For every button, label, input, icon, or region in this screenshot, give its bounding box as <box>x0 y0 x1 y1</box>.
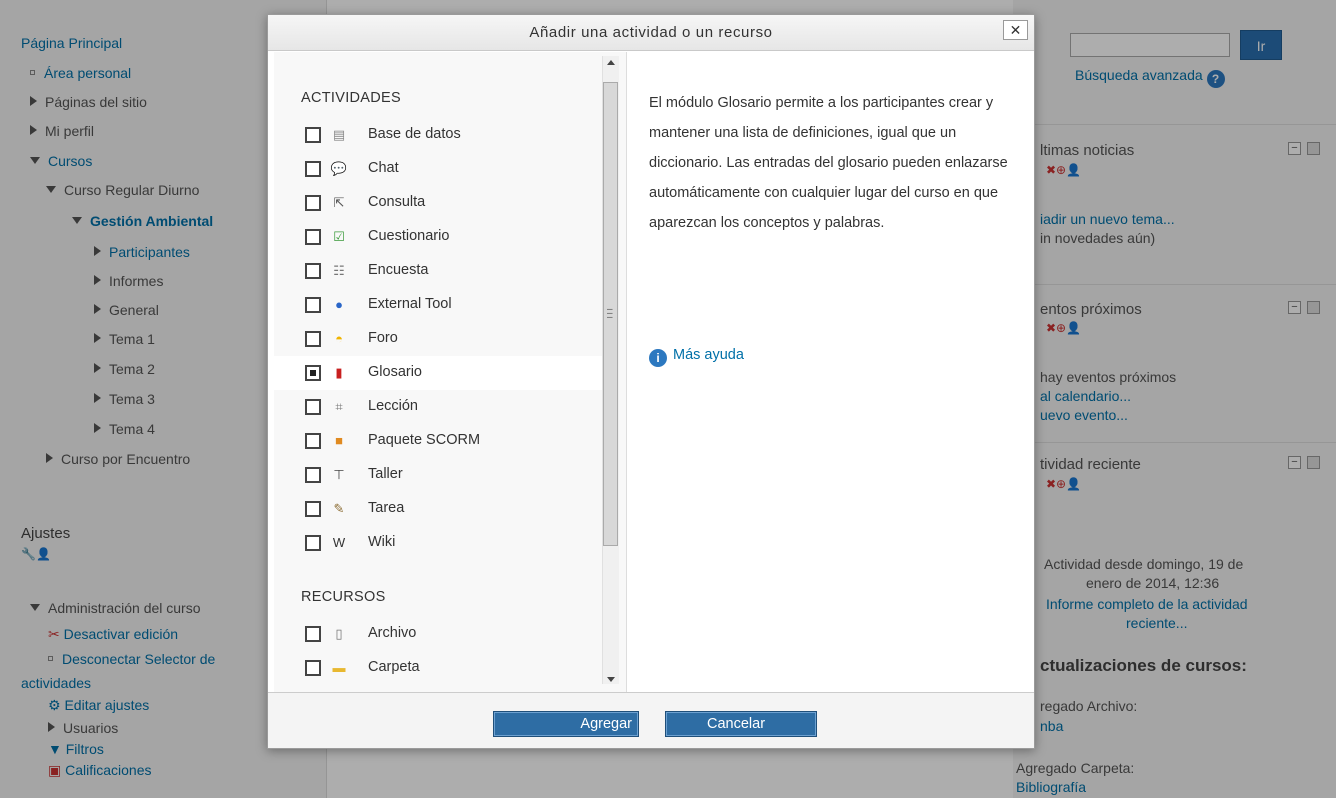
scroll-down-arrow-icon[interactable] <box>607 677 615 682</box>
module-option-glosario[interactable]: ▮ Glosario <box>274 356 614 390</box>
module-radio[interactable] <box>305 467 321 483</box>
module-label: Cuestionario <box>368 228 450 244</box>
module-description: El módulo Glosario permite a los partici… <box>649 95 1008 231</box>
glossary-icon: ▮ <box>335 365 343 380</box>
module-label: Base de datos <box>368 126 461 142</box>
module-radio[interactable] <box>305 127 321 143</box>
dialog-header: Añadir una actividad o un recurso ✕ <box>268 15 1034 51</box>
folder-icon: ▬ <box>332 660 346 675</box>
module-option-foro[interactable]: ◓ Foro <box>274 322 614 356</box>
module-radio[interactable] <box>305 297 321 313</box>
assignment-icon: ✎ <box>333 501 345 516</box>
module-option-leccion[interactable]: ⌗ Lección <box>274 390 614 424</box>
module-option-taller[interactable]: ⊤ Taller <box>274 458 614 492</box>
module-label: Foro <box>368 330 398 346</box>
module-label: Lección <box>368 398 418 414</box>
info-icon: i <box>649 349 667 367</box>
file-icon: ▯ <box>335 626 343 641</box>
module-label: Glosario <box>368 364 422 380</box>
module-option-consulta[interactable]: ⇱ Consulta <box>274 186 614 220</box>
activities-heading: ACTIVIDADES <box>301 90 401 106</box>
module-option-base-de-datos[interactable]: ▤ Base de datos <box>274 118 614 152</box>
module-option-external-tool[interactable]: ● External Tool <box>274 288 614 322</box>
module-label: Carpeta <box>368 659 420 675</box>
cancel-button[interactable]: Cancelar <box>665 711 817 737</box>
module-radio[interactable] <box>305 161 321 177</box>
globe-icon: ● <box>335 297 343 312</box>
module-option-cuestionario[interactable]: ☑ Cuestionario <box>274 220 614 254</box>
add-activity-dialog: Añadir una actividad o un recurso ✕ ACTI… <box>267 14 1035 749</box>
module-radio[interactable] <box>305 365 321 381</box>
module-radio[interactable] <box>305 263 321 279</box>
module-radio[interactable] <box>305 331 321 347</box>
add-button[interactable]: Agregar <box>493 711 639 737</box>
quiz-icon: ☑ <box>333 229 345 244</box>
resources-heading: RECURSOS <box>301 589 386 605</box>
chat-icon: 💬 <box>330 161 348 176</box>
scorm-package-icon: ■ <box>335 433 343 448</box>
more-help-link[interactable]: i Más ayuda <box>649 347 744 367</box>
wiki-icon: W <box>332 535 346 550</box>
module-option-encuesta[interactable]: ☷ Encuesta <box>274 254 614 288</box>
module-radio[interactable] <box>305 501 321 517</box>
choice-icon: ⇱ <box>333 195 345 210</box>
dialog-footer: Agregar Cancelar <box>268 692 1034 748</box>
module-label: Paquete SCORM <box>368 432 481 448</box>
module-label: Chat <box>368 160 399 176</box>
workshop-icon: ⊤ <box>333 467 345 482</box>
module-option-carpeta[interactable]: ▬ Carpeta <box>274 651 614 685</box>
lesson-icon: ⌗ <box>335 399 343 414</box>
module-option-etiqueta[interactable]: ✐Etiqueta <box>274 685 614 692</box>
module-list: ACTIVIDADES ▤ Base de datos 💬 Chat ⇱ Consulta… <box>274 52 626 692</box>
module-option-chat[interactable]: 💬 Chat <box>274 152 614 186</box>
dialog-body: ACTIVIDADES ▤ Base de datos 💬 Chat ⇱ Consulta… <box>268 52 1034 692</box>
module-label: Archivo <box>368 625 417 641</box>
module-option-tarea[interactable]: ✎ Tarea <box>274 492 614 526</box>
forum-icon: ◓ <box>335 331 343 346</box>
module-label: External Tool <box>368 296 452 312</box>
module-radio[interactable] <box>305 195 321 211</box>
module-radio[interactable] <box>305 626 321 642</box>
module-radio[interactable] <box>305 399 321 415</box>
module-label: Encuesta <box>368 262 429 278</box>
module-label: Tarea <box>368 500 405 516</box>
module-option-archivo[interactable]: ▯ Archivo <box>274 617 614 651</box>
module-option-wiki[interactable]: W Wiki <box>274 526 614 560</box>
dialog-title: Añadir una actividad o un recurso <box>529 24 773 41</box>
module-label: Wiki <box>368 534 396 550</box>
scroll-up-arrow-icon[interactable] <box>607 60 615 65</box>
module-description-pane: El módulo Glosario permite a los partici… <box>626 52 1034 692</box>
module-radio[interactable] <box>305 229 321 245</box>
module-radio[interactable] <box>305 433 321 449</box>
database-icon: ▤ <box>332 127 346 142</box>
scrollbar-grip-icon: – – – <box>607 304 613 323</box>
module-option-paquete-scorm[interactable]: ■ Paquete SCORM <box>274 424 614 458</box>
close-button[interactable]: ✕ <box>1003 20 1028 40</box>
module-radio[interactable] <box>305 660 321 676</box>
module-radio[interactable] <box>305 535 321 551</box>
module-label: Consulta <box>368 194 426 210</box>
survey-icon: ☷ <box>333 263 345 278</box>
module-label: Taller <box>368 466 403 482</box>
